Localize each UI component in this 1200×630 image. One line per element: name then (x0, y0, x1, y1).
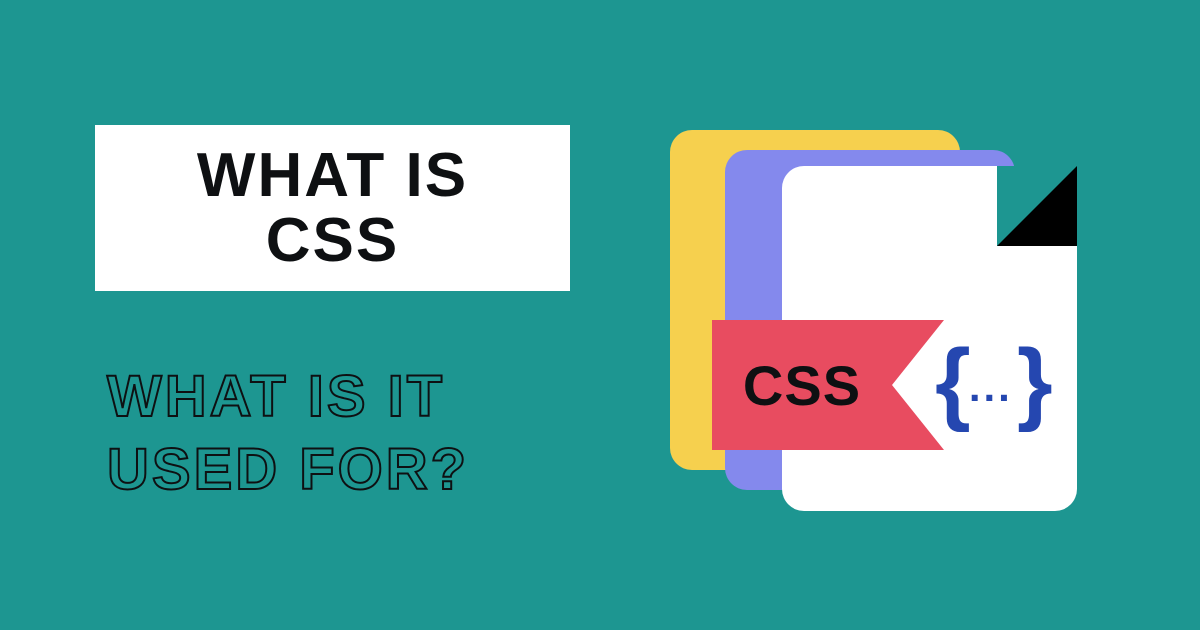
title-line-2: CSS (145, 208, 520, 273)
brace-close: } (1017, 331, 1047, 433)
title-box: WHAT IS CSS (95, 125, 570, 291)
code-braces-icon: {...} (935, 330, 1047, 435)
brace-dots: ... (969, 363, 1013, 410)
css-ribbon: CSS (712, 320, 944, 450)
subtitle-line-1: WHAT IS IT (107, 361, 570, 434)
text-content: WHAT IS CSS WHAT IS IT USED FOR? (95, 125, 570, 506)
brace-open: { (935, 331, 965, 433)
subtitle: WHAT IS IT USED FOR? (107, 361, 570, 506)
ribbon-text: CSS (743, 353, 861, 418)
file-fold-icon (997, 166, 1077, 246)
css-file-graphic: CSS {...} (670, 130, 1100, 520)
subtitle-line-2: USED FOR? (107, 434, 570, 507)
ribbon-body: CSS (712, 320, 892, 450)
title-line-1: WHAT IS (145, 143, 520, 208)
